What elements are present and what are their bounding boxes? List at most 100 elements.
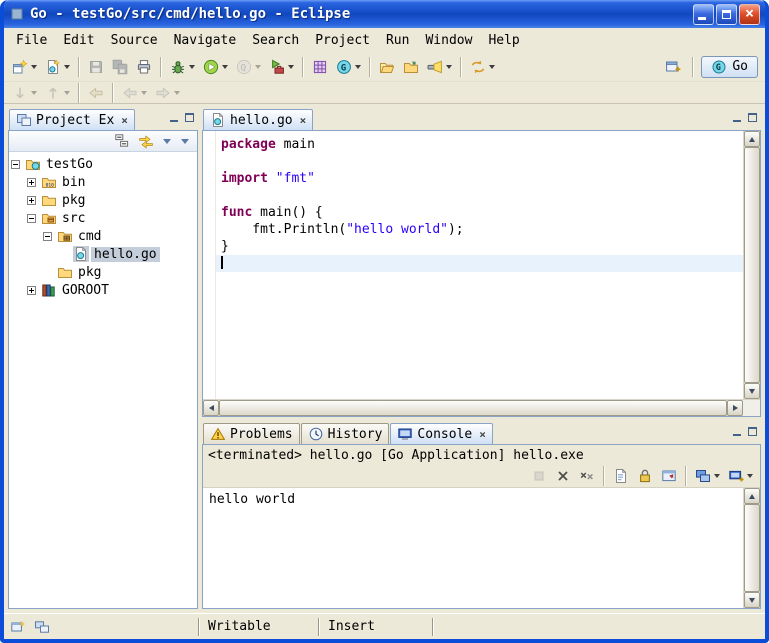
- menu-project[interactable]: Project: [307, 31, 378, 50]
- collapse-icon[interactable]: [27, 214, 36, 223]
- close-window-button[interactable]: [739, 4, 760, 25]
- menu-source[interactable]: Source: [103, 31, 166, 50]
- tab-hello-go[interactable]: hello.go: [203, 109, 313, 130]
- open-console-button[interactable]: [724, 465, 757, 487]
- go-perspective-button[interactable]: G Go: [701, 56, 758, 78]
- back-button[interactable]: [118, 82, 151, 104]
- minimize-view-button[interactable]: [733, 111, 741, 126]
- close-view-icon[interactable]: [121, 114, 128, 127]
- forward-button[interactable]: [151, 82, 184, 104]
- scrollbar-thumb[interactable]: [744, 504, 760, 592]
- title-bar[interactable]: Go - testGo/src/cmd/hello.go - Eclipse: [4, 0, 765, 28]
- synchronize-button[interactable]: [466, 56, 499, 78]
- scroll-down-button[interactable]: [744, 383, 760, 399]
- maximize-view-button[interactable]: [185, 111, 194, 126]
- minimize-view-button[interactable]: [170, 111, 178, 126]
- clear-console-button[interactable]: [609, 465, 633, 487]
- maximize-view-button[interactable]: [748, 425, 757, 440]
- collapse-icon[interactable]: [43, 232, 52, 241]
- external-tools-button[interactable]: [265, 56, 298, 78]
- console-vertical-scrollbar[interactable]: [743, 488, 760, 608]
- tree-item-src[interactable]: src: [9, 209, 197, 227]
- tab-problems[interactable]: Problems: [203, 423, 300, 444]
- prev-annotation-button[interactable]: [41, 82, 74, 104]
- close-view-icon[interactable]: [479, 428, 486, 441]
- last-edit-button[interactable]: [84, 82, 108, 104]
- scrollbar-thumb[interactable]: [744, 147, 760, 383]
- collapse-all-button[interactable]: [110, 130, 134, 152]
- open-file-button[interactable]: [399, 56, 423, 78]
- remove-all-launches-button[interactable]: [575, 465, 599, 487]
- views-tray-icon[interactable]: [34, 619, 50, 635]
- expand-icon[interactable]: [27, 286, 36, 295]
- tab-project-explorer[interactable]: Project Ex: [9, 109, 135, 130]
- scroll-up-button[interactable]: [744, 488, 760, 504]
- menu-navigate[interactable]: Navigate: [166, 31, 245, 50]
- tab-console[interactable]: Console: [390, 423, 492, 444]
- tree-item-cmd[interactable]: cmd: [9, 227, 197, 245]
- menu-file[interactable]: File: [8, 31, 55, 50]
- editor-vertical-scrollbar[interactable]: [743, 131, 760, 399]
- menu-window[interactable]: Window: [417, 31, 480, 50]
- maximize-view-button[interactable]: [748, 111, 757, 126]
- menu-search[interactable]: Search: [244, 31, 307, 50]
- dropdown-arrow-icon[interactable]: [189, 65, 195, 69]
- link-with-editor-button[interactable]: [134, 130, 158, 152]
- dropdown-arrow-icon[interactable]: [64, 91, 70, 95]
- console-output[interactable]: hello world: [203, 488, 743, 608]
- dropdown-arrow-icon[interactable]: [255, 65, 261, 69]
- dropdown-arrow-icon[interactable]: [446, 65, 452, 69]
- new-wizard-button[interactable]: [8, 56, 41, 78]
- dropdown-arrow-icon[interactable]: [222, 65, 228, 69]
- pulldown-menu-icon[interactable]: [181, 139, 189, 144]
- scroll-right-button[interactable]: [727, 400, 743, 416]
- go-tools-button[interactable]: G: [332, 56, 365, 78]
- open-folder-button[interactable]: [375, 56, 399, 78]
- run-button[interactable]: [199, 56, 232, 78]
- dropdown-arrow-icon[interactable]: [288, 65, 294, 69]
- tree-item-goroot[interactable]: GOROOT: [9, 281, 197, 299]
- tree-item-pkg[interactable]: pkg: [9, 191, 197, 209]
- expand-icon[interactable]: [27, 178, 36, 187]
- open-perspective-button[interactable]: [661, 56, 685, 78]
- menu-run[interactable]: Run: [378, 31, 417, 50]
- save-all-button[interactable]: [108, 56, 132, 78]
- profile-button[interactable]: Q: [232, 56, 265, 78]
- scroll-down-button[interactable]: [744, 592, 760, 608]
- dropdown-arrow-icon[interactable]: [747, 474, 753, 478]
- go-package-button[interactable]: [308, 56, 332, 78]
- tree-item-bin[interactable]: 010bin: [9, 173, 197, 191]
- terminate-button[interactable]: [527, 465, 551, 487]
- pin-console-button[interactable]: [657, 465, 681, 487]
- scrollbar-thumb[interactable]: [219, 400, 727, 416]
- remove-launch-button[interactable]: [551, 465, 575, 487]
- display-console-button[interactable]: [691, 465, 724, 487]
- menu-help[interactable]: Help: [480, 31, 527, 50]
- tree-item-hello-go[interactable]: hello.go: [9, 245, 197, 263]
- next-annotation-button[interactable]: [8, 82, 41, 104]
- minimize-view-button[interactable]: [733, 425, 741, 440]
- expand-icon[interactable]: [27, 196, 36, 205]
- new-go-file-button[interactable]: [41, 56, 74, 78]
- print-button[interactable]: [132, 56, 156, 78]
- dropdown-arrow-icon[interactable]: [174, 91, 180, 95]
- dropdown-arrow-icon[interactable]: [355, 65, 361, 69]
- view-menu-icon[interactable]: [163, 139, 171, 144]
- tree-item-testgo[interactable]: testGo: [9, 155, 197, 173]
- fast-view-icon[interactable]: [10, 619, 26, 635]
- minimize-window-button[interactable]: [693, 4, 714, 25]
- dropdown-arrow-icon[interactable]: [714, 474, 720, 478]
- save-button[interactable]: [84, 56, 108, 78]
- tab-history[interactable]: History: [301, 423, 390, 444]
- menu-edit[interactable]: Edit: [55, 31, 102, 50]
- scroll-lock-button[interactable]: [633, 465, 657, 487]
- scroll-up-button[interactable]: [744, 131, 760, 147]
- dropdown-arrow-icon[interactable]: [489, 65, 495, 69]
- tree-item-pkg[interactable]: pkg: [9, 263, 197, 281]
- editor-horizontal-scrollbar[interactable]: [203, 399, 760, 416]
- code-area[interactable]: package mainimport "fmt"func main() { fm…: [216, 131, 743, 399]
- close-tab-icon[interactable]: [300, 114, 307, 127]
- dropdown-arrow-icon[interactable]: [64, 65, 70, 69]
- scroll-left-button[interactable]: [203, 400, 219, 416]
- debug-button[interactable]: [166, 56, 199, 78]
